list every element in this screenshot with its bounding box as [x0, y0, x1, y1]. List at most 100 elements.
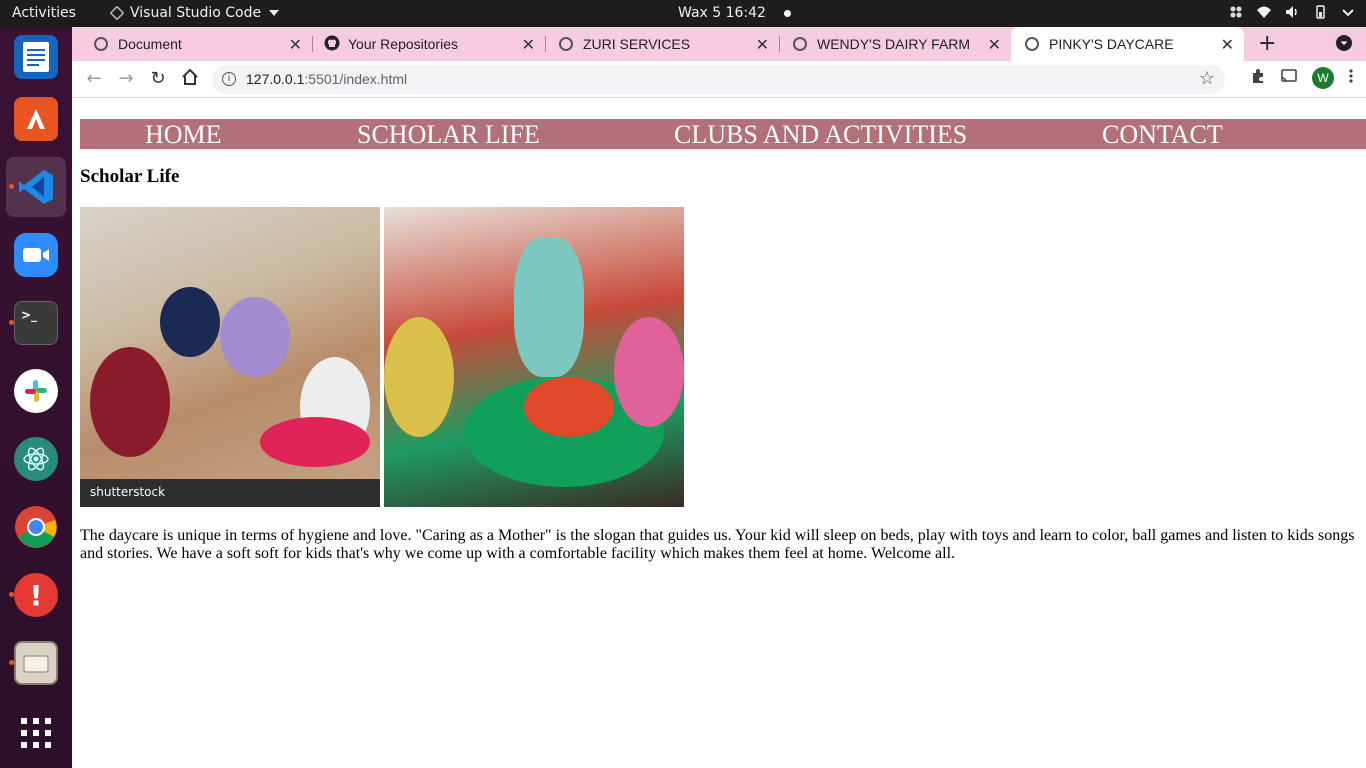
browser-menu-icon[interactable] — [1348, 68, 1354, 88]
globe-icon — [559, 37, 573, 51]
dock-item-files[interactable] — [6, 633, 66, 693]
writer-icon — [14, 35, 58, 79]
description-paragraph: The daycare is unique in terms of hygien… — [80, 527, 1355, 562]
dock-item-atom[interactable] — [6, 429, 66, 489]
home-button[interactable] — [179, 68, 201, 91]
dock-item-terminal[interactable]: >_ — [6, 293, 66, 353]
clock[interactable]: Wax 5 16:42 — [678, 5, 791, 21]
running-indicator — [9, 592, 14, 597]
dock-item-update[interactable]: ! — [6, 565, 66, 625]
tab-label: PINKY'S DAYCARE — [1049, 36, 1174, 52]
files-icon — [14, 641, 58, 685]
bookmark-star-icon[interactable]: ☆ — [1199, 68, 1215, 89]
app-menu-label: Visual Studio Code — [130, 5, 262, 21]
atom-icon — [14, 437, 58, 481]
photo-figure — [90, 347, 170, 457]
photo-figure — [514, 237, 584, 377]
photo-figure — [220, 297, 290, 377]
dock-item-software[interactable] — [6, 89, 66, 149]
section-heading: Scholar Life — [80, 166, 180, 187]
url-host: 127.0.0.1 — [246, 71, 305, 87]
dock-item-vscode[interactable] — [6, 157, 66, 217]
notification-dot-icon — [783, 10, 791, 17]
tab-wendys-dairy-farm[interactable]: WENDY'S DAIRY FARM ✕ — [779, 27, 1011, 61]
tab-search-button[interactable] — [1336, 35, 1352, 51]
toolbar-actions: W — [1250, 67, 1354, 89]
tab-your-repositories[interactable]: Your Repositories ✕ — [312, 27, 546, 61]
nav-clubs-and-activities[interactable]: CLUBS AND ACTIVITIES — [674, 120, 967, 150]
update-notifier-icon: ! — [14, 573, 58, 617]
power-menu-icon — [1340, 4, 1356, 20]
children-playing-photo: shutterstock — [80, 207, 380, 507]
tab-pinkys-daycare[interactable]: PINKY'S DAYCARE ✕ — [1011, 27, 1244, 61]
reload-button[interactable]: ↻ — [147, 68, 169, 89]
tab-label: ZURI SERVICES — [583, 36, 691, 52]
photo-figure — [160, 287, 220, 357]
running-indicator — [9, 660, 14, 665]
forward-button[interactable]: → — [115, 68, 137, 89]
system-tray[interactable] — [1228, 4, 1356, 20]
show-applications-button[interactable] — [6, 703, 66, 763]
globe-icon — [94, 37, 108, 51]
dock-item-chrome[interactable] — [6, 497, 66, 557]
address-bar[interactable]: i 127.0.0.1:5501/index.html ☆ — [212, 65, 1225, 94]
profile-avatar[interactable]: W — [1312, 67, 1334, 89]
url-path: :5501/index.html — [304, 71, 408, 87]
wifi-icon — [1256, 4, 1272, 20]
close-tab-icon[interactable]: ✕ — [756, 35, 769, 55]
close-tab-icon[interactable]: ✕ — [1221, 35, 1234, 55]
tab-zuri-services[interactable]: ZURI SERVICES ✕ — [545, 27, 780, 61]
tab-label: Your Repositories — [348, 36, 458, 52]
globe-icon — [1025, 37, 1039, 51]
new-tab-button[interactable]: + — [1258, 31, 1276, 56]
dock-item-slack[interactable] — [6, 361, 66, 421]
volume-icon — [1284, 4, 1300, 20]
app-menu[interactable]: Visual Studio Code — [109, 5, 280, 21]
dock-item-zoom[interactable] — [6, 225, 66, 285]
web-page: HOME SCHOLAR LIFE CLUBS AND ACTIVITIES C… — [72, 98, 1366, 768]
nav-scholar-life[interactable]: SCHOLAR LIFE — [357, 120, 540, 150]
nav-home[interactable]: HOME — [145, 120, 222, 150]
close-tab-icon[interactable]: ✕ — [289, 35, 302, 55]
dock-item-writer[interactable] — [6, 27, 66, 87]
slack-tray-icon — [1228, 4, 1244, 20]
tab-label: Document — [118, 36, 182, 52]
site-info-icon[interactable]: i — [222, 72, 236, 86]
nav-contact[interactable]: CONTACT — [1102, 120, 1223, 150]
globe-icon — [793, 37, 807, 51]
terminal-icon: >_ — [14, 301, 58, 345]
app-grid-icon — [14, 711, 58, 755]
activities-button[interactable]: Activities — [12, 5, 76, 21]
clock-label: Wax 5 16:42 — [678, 5, 766, 21]
close-tab-icon[interactable]: ✕ — [522, 35, 535, 55]
photo-figure — [384, 317, 454, 437]
github-icon — [324, 35, 340, 54]
running-indicator — [9, 320, 14, 325]
battery-icon — [1312, 4, 1328, 20]
system-top-bar: Activities Visual Studio Code Wax 5 16:4… — [0, 0, 1366, 27]
browser-tab-strip: Document ✕ Your Repositories ✕ ZURI SERV… — [72, 27, 1366, 61]
back-button[interactable]: ← — [83, 68, 105, 89]
photo-figure — [260, 417, 370, 467]
tab-document[interactable]: Document ✕ — [72, 27, 313, 61]
running-indicator — [9, 184, 14, 189]
browser-toolbar: ← → ↻ i 127.0.0.1:5501/index.html ☆ W — [72, 61, 1366, 98]
extensions-icon[interactable] — [1250, 68, 1266, 88]
slack-icon — [14, 369, 58, 413]
photo-figure — [524, 377, 614, 437]
url-text: 127.0.0.1:5501/index.html — [246, 71, 407, 87]
software-store-icon — [14, 97, 58, 141]
photo-watermark: shutterstock — [80, 479, 380, 507]
teacher-with-children-photo — [384, 207, 684, 507]
tab-label: WENDY'S DAIRY FARM — [817, 36, 971, 52]
vscode-icon — [14, 165, 58, 209]
vscode-small-icon — [109, 5, 125, 21]
cast-icon[interactable] — [1280, 68, 1298, 88]
photo-figure — [614, 317, 684, 427]
dock: >_ ! — [0, 27, 72, 768]
chrome-icon — [14, 505, 58, 549]
site-navbar: HOME SCHOLAR LIFE CLUBS AND ACTIVITIES C… — [80, 119, 1366, 149]
zoom-icon — [14, 233, 58, 277]
close-tab-icon[interactable]: ✕ — [988, 35, 1001, 55]
chevron-down-icon — [269, 10, 280, 16]
